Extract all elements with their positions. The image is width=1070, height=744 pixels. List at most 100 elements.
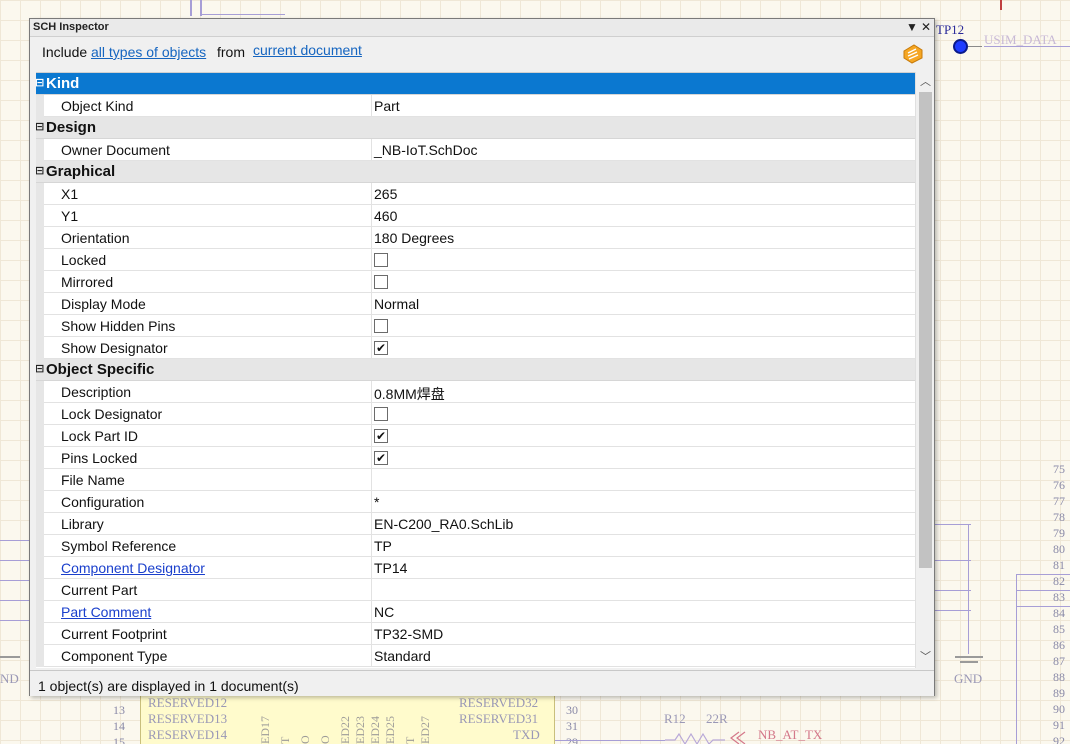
document-scope-filter-link[interactable]: current document bbox=[253, 42, 362, 58]
scrollbar-thumb[interactable] bbox=[919, 92, 932, 568]
category-label: Design bbox=[46, 119, 97, 136]
property-value-cell[interactable] bbox=[372, 249, 915, 271]
pin-number: 31 bbox=[566, 719, 578, 733]
property-row[interactable]: Component Type Standard bbox=[36, 645, 915, 667]
property-checkbox[interactable] bbox=[374, 407, 388, 421]
filter-options-icon[interactable] bbox=[902, 43, 924, 65]
property-name-cell: Show Hidden Pins bbox=[44, 315, 372, 337]
vertical-scrollbar[interactable]: ︿ ﹀ bbox=[915, 72, 934, 668]
property-value-cell[interactable] bbox=[372, 579, 915, 601]
property-checkbox[interactable] bbox=[374, 275, 388, 289]
property-name[interactable]: Part Comment bbox=[61, 604, 151, 620]
property-name: Y1 bbox=[61, 208, 79, 224]
property-name-cell: Symbol Reference bbox=[44, 535, 372, 557]
property-row[interactable]: Component Designator TP14 bbox=[36, 557, 915, 579]
property-value-cell[interactable] bbox=[372, 315, 915, 337]
property-value-cell[interactable]: Normal bbox=[372, 293, 915, 315]
property-value-cell[interactable]: ✔ bbox=[372, 337, 915, 359]
close-icon[interactable]: ✕ bbox=[921, 20, 931, 34]
net-label-nb-at-tx: NB_AT_TX bbox=[758, 727, 823, 742]
rotated-pin-label: ED24 bbox=[368, 716, 382, 744]
property-row[interactable]: Owner Document _NB-IoT.SchDoc bbox=[36, 139, 915, 161]
property-name[interactable]: Component Designator bbox=[61, 560, 205, 576]
property-name: Symbol Reference bbox=[61, 538, 177, 554]
property-checkbox[interactable] bbox=[374, 253, 388, 267]
property-row[interactable]: Show Hidden Pins bbox=[36, 315, 915, 337]
property-row[interactable]: Orientation 180 Degrees bbox=[36, 227, 915, 249]
property-value-cell[interactable]: TP14 bbox=[372, 557, 915, 579]
property-checkbox[interactable]: ✔ bbox=[374, 451, 388, 465]
wire bbox=[555, 740, 665, 741]
collapse-toggle-icon[interactable]: ⊟ bbox=[36, 122, 44, 133]
property-row[interactable]: Show Designator ✔ bbox=[36, 337, 915, 359]
property-value-cell[interactable]: * bbox=[372, 491, 915, 513]
test-point-symbol[interactable] bbox=[953, 39, 968, 54]
property-row[interactable]: Lock Designator bbox=[36, 403, 915, 425]
property-value-cell[interactable]: NC bbox=[372, 601, 915, 623]
wire bbox=[935, 590, 971, 591]
property-name-cell: Component Type bbox=[44, 645, 372, 667]
property-name: File Name bbox=[61, 472, 125, 488]
property-row[interactable]: Configuration * bbox=[36, 491, 915, 513]
row-gutter bbox=[36, 623, 44, 645]
property-checkbox[interactable]: ✔ bbox=[374, 429, 388, 443]
property-row[interactable]: Mirrored bbox=[36, 271, 915, 293]
category-row-design[interactable]: ⊟Design bbox=[36, 117, 915, 139]
collapse-toggle-icon[interactable]: ⊟ bbox=[36, 78, 44, 89]
property-row[interactable]: Symbol Reference TP bbox=[36, 535, 915, 557]
property-checkbox[interactable] bbox=[374, 319, 388, 333]
property-value-cell[interactable]: 265 bbox=[372, 183, 915, 205]
property-row[interactable]: Lock Part ID ✔ bbox=[36, 425, 915, 447]
panel-menu-dropdown-icon[interactable]: ▼ bbox=[906, 20, 918, 34]
property-value-cell[interactable]: TP32-SMD bbox=[372, 623, 915, 645]
property-row[interactable]: Current Part bbox=[36, 579, 915, 601]
rotated-pin-label: O bbox=[318, 735, 332, 744]
property-value-cell[interactable]: 0.8MM焊盘 bbox=[372, 381, 915, 403]
property-name: Current Part bbox=[61, 582, 138, 598]
collapse-toggle-icon[interactable]: ⊟ bbox=[36, 166, 44, 177]
property-row[interactable]: Library EN-C200_RA0.SchLib bbox=[36, 513, 915, 535]
pin-number: 79 bbox=[1053, 526, 1065, 540]
scroll-up-icon[interactable]: ︿ bbox=[916, 73, 935, 91]
property-value-cell[interactable]: ✔ bbox=[372, 425, 915, 447]
property-value-cell[interactable] bbox=[372, 271, 915, 293]
gnd-symbol bbox=[0, 656, 20, 658]
property-checkbox[interactable]: ✔ bbox=[374, 341, 388, 355]
pin-number: 85 bbox=[1053, 622, 1065, 636]
pin-number: 75 bbox=[1053, 462, 1065, 476]
category-row-kind[interactable]: ⊟Kind bbox=[36, 73, 915, 95]
pin-number: 15 bbox=[113, 735, 125, 744]
property-name: Show Hidden Pins bbox=[61, 318, 176, 334]
panel-titlebar[interactable]: SCH Inspector ▼ ✕ bbox=[30, 19, 934, 37]
property-row[interactable]: Part Comment NC bbox=[36, 601, 915, 623]
property-value-cell[interactable]: Standard bbox=[372, 645, 915, 667]
property-row[interactable]: Display Mode Normal bbox=[36, 293, 915, 315]
property-row[interactable]: Current Footprint TP32-SMD bbox=[36, 623, 915, 645]
property-value-cell[interactable]: 460 bbox=[372, 205, 915, 227]
property-row[interactable]: X1 265 bbox=[36, 183, 915, 205]
reserved-right-label: RESERVED32 bbox=[459, 695, 539, 710]
property-row[interactable]: Pins Locked ✔ bbox=[36, 447, 915, 469]
property-row[interactable]: Object Kind Part bbox=[36, 95, 915, 117]
property-value: 180 Degrees bbox=[374, 230, 455, 246]
property-value-cell[interactable]: ✔ bbox=[372, 447, 915, 469]
property-value-cell[interactable] bbox=[372, 403, 915, 425]
property-value-cell[interactable]: 180 Degrees bbox=[372, 227, 915, 249]
property-value-cell[interactable] bbox=[372, 469, 915, 491]
property-value-cell[interactable]: _NB-IoT.SchDoc bbox=[372, 139, 915, 161]
property-row[interactable]: Y1 460 bbox=[36, 205, 915, 227]
property-row[interactable]: Locked bbox=[36, 249, 915, 271]
collapse-toggle-icon[interactable]: ⊟ bbox=[36, 364, 44, 375]
wire bbox=[0, 560, 29, 561]
property-name-cell: Part Comment bbox=[44, 601, 372, 623]
object-type-filter-link[interactable]: all types of objects bbox=[91, 44, 206, 60]
scroll-down-icon[interactable]: ﹀ bbox=[916, 648, 935, 666]
property-value-cell[interactable]: Part bbox=[372, 95, 915, 117]
property-value-cell[interactable]: TP bbox=[372, 535, 915, 557]
property-row[interactable]: File Name bbox=[36, 469, 915, 491]
property-row[interactable]: Description 0.8MM焊盘 bbox=[36, 381, 915, 403]
category-row-graphical[interactable]: ⊟Graphical bbox=[36, 161, 915, 183]
resistor-symbol[interactable] bbox=[665, 728, 750, 744]
property-value-cell[interactable]: EN-C200_RA0.SchLib bbox=[372, 513, 915, 535]
category-row-object-specific[interactable]: ⊟Object Specific bbox=[36, 359, 915, 381]
